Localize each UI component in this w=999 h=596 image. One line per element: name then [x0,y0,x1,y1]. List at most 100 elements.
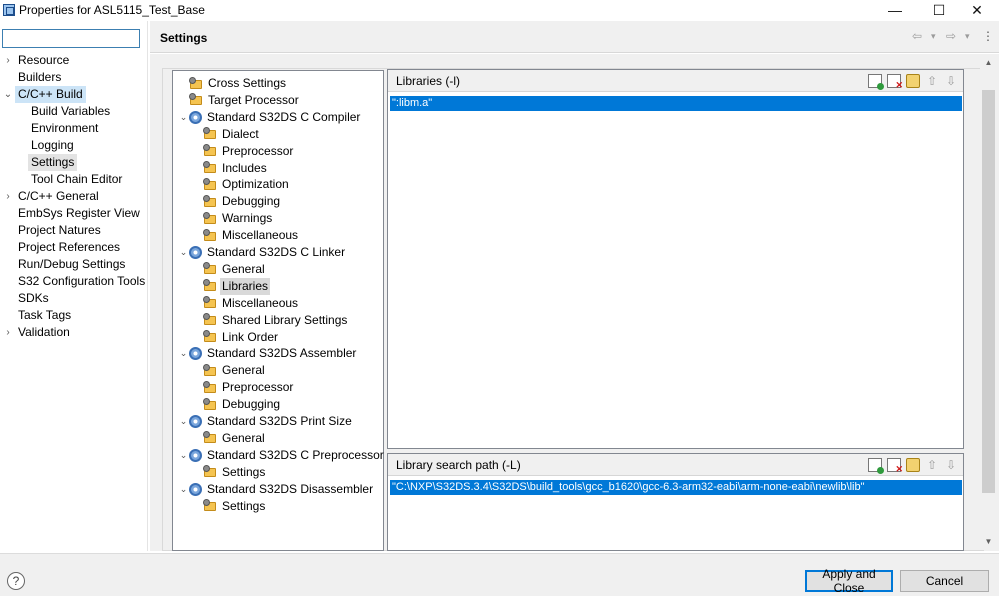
scroll-thumb[interactable] [982,90,995,493]
move-up-path-icon[interactable]: ⇧ [925,458,939,472]
list-item[interactable]: "C:\NXP\S32DS.3.4\S32DS\build_tools\gcc_… [390,480,962,495]
move-down-library-icon[interactable]: ⇩ [944,74,958,88]
nav-item-tool-chain-editor[interactable]: Tool Chain Editor [0,171,148,188]
tree-option-item[interactable]: Dialect [192,126,261,143]
nav-item-label: Settings [28,154,78,171]
option-folder-icon [203,499,217,513]
nav-item-label: S32 Configuration Tools [18,274,146,288]
tree-tool-item[interactable]: ⌄ Standard S32DS Disassembler [178,481,375,498]
tree-item-label: Standard S32DS C Linker [207,245,346,259]
chevron-down-icon[interactable]: ⌄ [178,447,189,464]
list-item[interactable]: ":libm.a" [390,96,962,111]
tree-option-item[interactable]: Shared Library Settings [192,312,349,329]
nav-item-builders[interactable]: Builders [0,69,148,86]
nav-item-label: EmbSys Register View [18,206,140,220]
tree-tool-item[interactable]: ⌄ Standard S32DS C Linker [178,244,347,261]
back-menu-icon[interactable]: ▾ [931,31,936,42]
apply-and-close-button[interactable]: Apply and Close [805,567,893,595]
tree-item-label: Dialect [222,126,259,141]
nav-item-settings[interactable]: Settings [0,154,148,171]
tree-option-item[interactable]: Debugging [192,396,282,413]
chevron-down-icon[interactable]: ⌄ [178,109,189,126]
scroll-down-icon[interactable]: ▼ [980,533,997,550]
forward-arrow-icon[interactable]: ⇨ [946,29,956,43]
tree-tool-item[interactable]: ⌄ Standard S32DS C Preprocessor [178,447,386,464]
nav-item-s32-configuration-tools[interactable]: S32 Configuration Tools [0,273,148,290]
window-title: Properties for ASL5115_Test_Base [19,3,205,17]
move-up-library-icon[interactable]: ⇧ [925,74,939,88]
nav-item-embsys-register-view[interactable]: EmbSys Register View [0,205,148,222]
tree-option-item[interactable]: Preprocessor [192,143,295,160]
nav-item-environment[interactable]: Environment [0,120,148,137]
vertical-scrollbar[interactable]: ▲ ▼ [980,54,997,550]
tree-item-label: Standard S32DS Assembler [207,346,357,361]
chevron-down-icon[interactable]: ⌄ [178,413,189,430]
back-arrow-icon[interactable]: ⇦ [912,29,922,43]
tree-option-item[interactable]: General [192,362,267,379]
nav-item-project-natures[interactable]: Project Natures [0,222,148,239]
tree-option-item[interactable]: Miscellaneous [192,227,300,244]
tree-option-item[interactable]: Cross Settings [178,75,288,92]
nav-item-project-references[interactable]: Project References [0,239,148,256]
option-folder-icon [203,177,217,192]
tree-tool-item[interactable]: ⌄ Standard S32DS Assembler [178,345,358,362]
minimize-button[interactable]: — [873,0,917,20]
tree-option-item[interactable]: Warnings [192,210,274,227]
move-down-path-icon[interactable]: ⇩ [944,458,958,472]
chevron-down-icon[interactable]: ⌄ [178,345,189,362]
forward-menu-icon[interactable]: ▾ [965,31,970,42]
nav-item-run-debug-settings[interactable]: Run/Debug Settings [0,256,148,273]
nav-item-sdks[interactable]: SDKs [0,290,148,307]
dialog-button-bar: ? Apply and Close Cancel [0,553,999,596]
tree-option-item[interactable]: Settings [192,464,267,481]
cancel-button[interactable]: Cancel [900,570,989,592]
nav-item-task-tags[interactable]: Task Tags [0,307,148,324]
add-library-icon[interactable] [868,74,884,90]
nav-item-build-variables[interactable]: Build Variables [0,103,148,120]
option-folder-icon [203,380,217,395]
edit-library-icon[interactable] [906,74,920,88]
scroll-up-icon[interactable]: ▲ [980,54,997,71]
edit-path-icon[interactable] [906,458,920,472]
help-icon[interactable]: ? [7,572,25,590]
tree-option-item[interactable]: General [192,261,267,278]
more-menu-icon[interactable]: ⋮ [982,29,994,43]
add-path-icon[interactable] [868,458,884,474]
tree-tool-item[interactable]: ⌄ Standard S32DS Print Size [178,413,354,430]
nav-item-logging[interactable]: Logging [0,137,148,154]
close-button[interactable]: ✕ [955,0,999,20]
filter-input[interactable] [2,29,140,48]
chevron-down-icon[interactable]: ⌄ [178,244,189,261]
tree-item-label: Preprocessor [222,143,294,158]
nav-item-validation[interactable]: › Validation [0,324,148,341]
tree-option-item[interactable]: Target Processor [178,92,301,109]
tree-option-item[interactable]: Miscellaneous [192,295,300,312]
nav-item-c-c-general[interactable]: › C/C++ General [0,188,148,205]
chevron-down-icon[interactable]: ⌄ [178,481,189,498]
nav-item-label: Tool Chain Editor [31,172,123,186]
delete-path-icon[interactable] [887,458,903,475]
tool-icon [189,415,202,428]
chevron-down-icon[interactable]: ⌄ [3,86,13,103]
nav-item-label: Environment [31,121,99,135]
tree-option-item[interactable]: Debugging [192,193,282,210]
nav-item-resource[interactable]: › Resource [0,52,148,69]
tree-option-item[interactable]: Settings [192,498,267,515]
tree-option-item[interactable]: Includes [192,160,269,177]
tree-option-item[interactable]: Preprocessor [192,379,295,396]
tree-option-item[interactable]: Libraries [192,277,271,295]
tree-item-label: Preprocessor [222,380,294,395]
delete-library-icon[interactable] [887,74,903,91]
tree-option-item[interactable]: Optimization [192,176,291,193]
settings-content: Cross Settings Target Processor ⌄ Standard … [150,54,999,551]
chevron-right-icon[interactable]: › [3,52,13,69]
chevron-right-icon[interactable]: › [3,188,13,205]
tree-option-item[interactable]: Link Order [192,329,280,346]
nav-item-c-c-build[interactable]: ⌄ C/C++ Build [0,86,148,103]
tree-option-item[interactable]: General [192,430,267,447]
tree-item-label: Optimization [222,177,289,192]
tree-tool-item[interactable]: ⌄ Standard S32DS C Compiler [178,109,362,126]
page-title: Settings [160,31,208,45]
nav-item-label: Build Variables [31,104,111,118]
chevron-right-icon[interactable]: › [3,324,13,341]
